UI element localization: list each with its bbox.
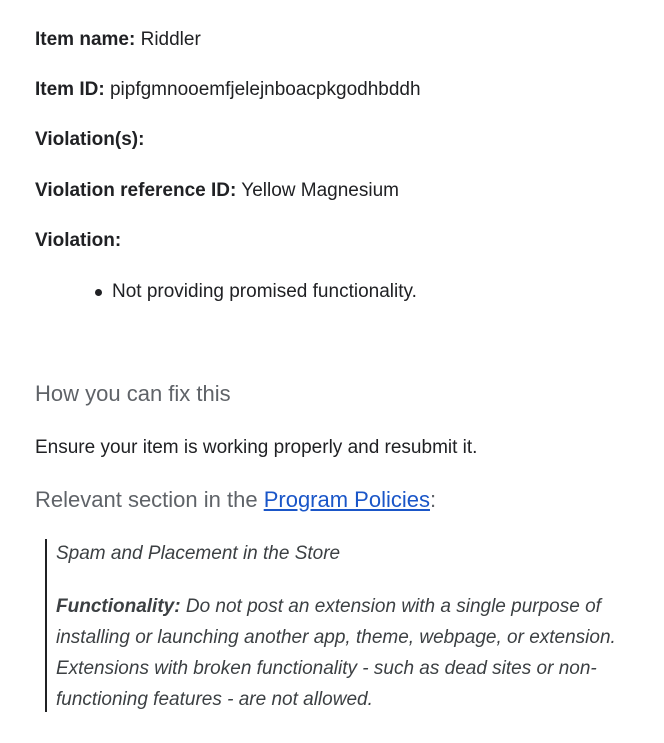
bullet-icon — [95, 289, 102, 296]
fix-text: Ensure your item is working properly and… — [35, 437, 478, 458]
violation-reference-label: Violation reference ID: — [35, 180, 237, 201]
violations-row: Violation(s): — [35, 128, 144, 152]
fix-heading: How you can fix this — [35, 381, 231, 406]
program-policies-link[interactable]: Program Policies — [264, 487, 430, 512]
violation-list: Not providing promised functionality. — [95, 280, 417, 304]
item-id-label: Item ID: — [35, 79, 105, 100]
violation-row: Violation: — [35, 229, 121, 253]
item-name-label: Item name: — [35, 29, 136, 50]
violation-reference-value: Yellow Magnesium — [241, 180, 399, 201]
item-id-row: Item ID: pipfgmnooemfjelejnboacpkgodhbdd… — [35, 78, 421, 102]
list-item: Not providing promised functionality. — [95, 280, 417, 304]
policy-quote-body: Functionality: Do not post an extension … — [56, 591, 621, 715]
violation-item-text: Not providing promised functionality. — [112, 281, 417, 302]
policy-heading-prefix: Relevant section in the — [35, 487, 264, 512]
violation-reference-row: Violation reference ID: Yellow Magnesium — [35, 179, 399, 203]
policy-quote-strong: Functionality: — [56, 596, 181, 617]
policy-quote-title: Spam and Placement in the Store — [56, 543, 341, 564]
policy-heading-suffix: : — [429, 487, 437, 512]
policy-quote: Spam and Placement in the Store Function… — [45, 539, 620, 712]
item-name-value: Riddler — [140, 29, 201, 50]
violations-label: Violation(s): — [35, 129, 145, 150]
violation-label: Violation: — [35, 230, 122, 251]
item-id-value: pipfgmnooemfjelejnboacpkgodhbddh — [109, 79, 421, 100]
policy-heading: Relevant section in the Program Policies… — [35, 486, 436, 514]
item-name-row: Item name: Riddler — [35, 28, 201, 52]
